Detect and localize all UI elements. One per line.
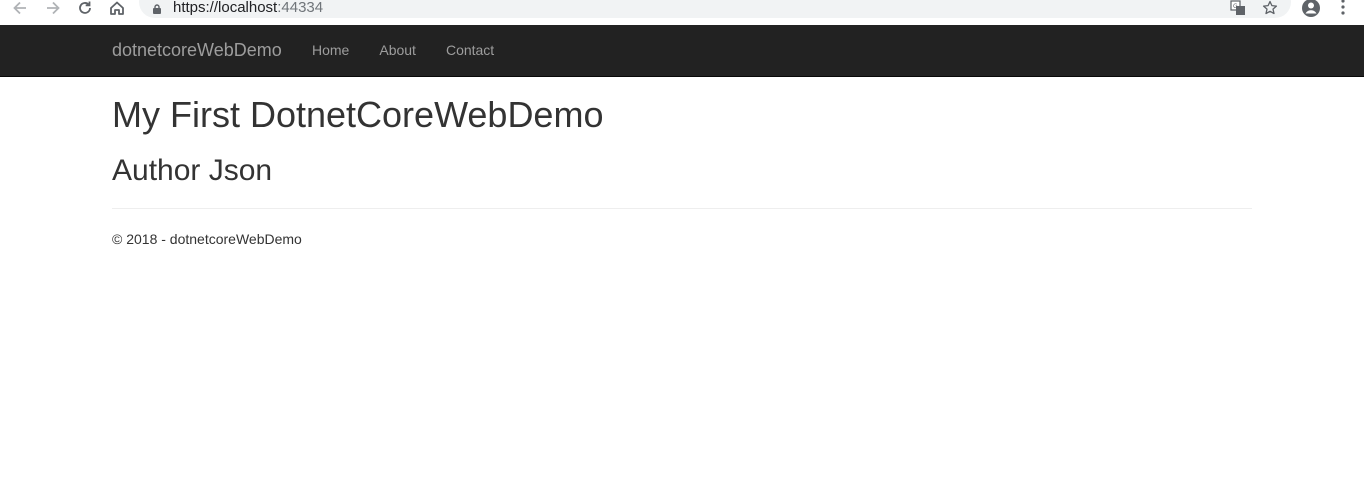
- reload-button[interactable]: [74, 0, 96, 19]
- lock-icon: [152, 1, 162, 19]
- author-heading: Author Json: [112, 154, 273, 187]
- site-navbar: dotnetcoreWebDemo Home About Contact: [0, 25, 1364, 77]
- back-button[interactable]: [9, 0, 31, 19]
- url-port: :44334: [277, 0, 324, 16]
- url-text: https://localhost:44334: [173, 0, 323, 16]
- footer-copyright: © 2018 - dotnetcoreWebDemo: [112, 231, 302, 247]
- kebab-menu-icon[interactable]: [1338, 0, 1348, 23]
- nav-link-contact[interactable]: Contact: [431, 25, 509, 76]
- page-heading: My First DotnetCoreWebDemo: [112, 94, 604, 135]
- url-host: https://localhost: [173, 0, 278, 16]
- address-bar[interactable]: https://localhost:44334 G: [139, 0, 1291, 18]
- reload-icon: [76, 0, 94, 17]
- navbar-brand[interactable]: dotnetcoreWebDemo: [112, 25, 282, 76]
- arrow-right-icon: [44, 0, 62, 17]
- arrow-left-icon: [11, 0, 29, 17]
- forward-button[interactable]: [42, 0, 64, 19]
- browser-toolbar: https://localhost:44334 G: [0, 0, 1364, 25]
- navbar-links: Home About Contact: [297, 25, 509, 76]
- account-circle-icon[interactable]: [1301, 0, 1321, 23]
- nav-link-about[interactable]: About: [364, 25, 431, 76]
- nav-link-home[interactable]: Home: [297, 25, 364, 76]
- home-button[interactable]: [106, 0, 128, 19]
- star-icon[interactable]: [1262, 0, 1278, 21]
- home-icon: [108, 0, 126, 17]
- footer-divider: [112, 208, 1252, 209]
- svg-text:G: G: [1233, 3, 1238, 10]
- translate-icon[interactable]: G: [1230, 0, 1246, 21]
